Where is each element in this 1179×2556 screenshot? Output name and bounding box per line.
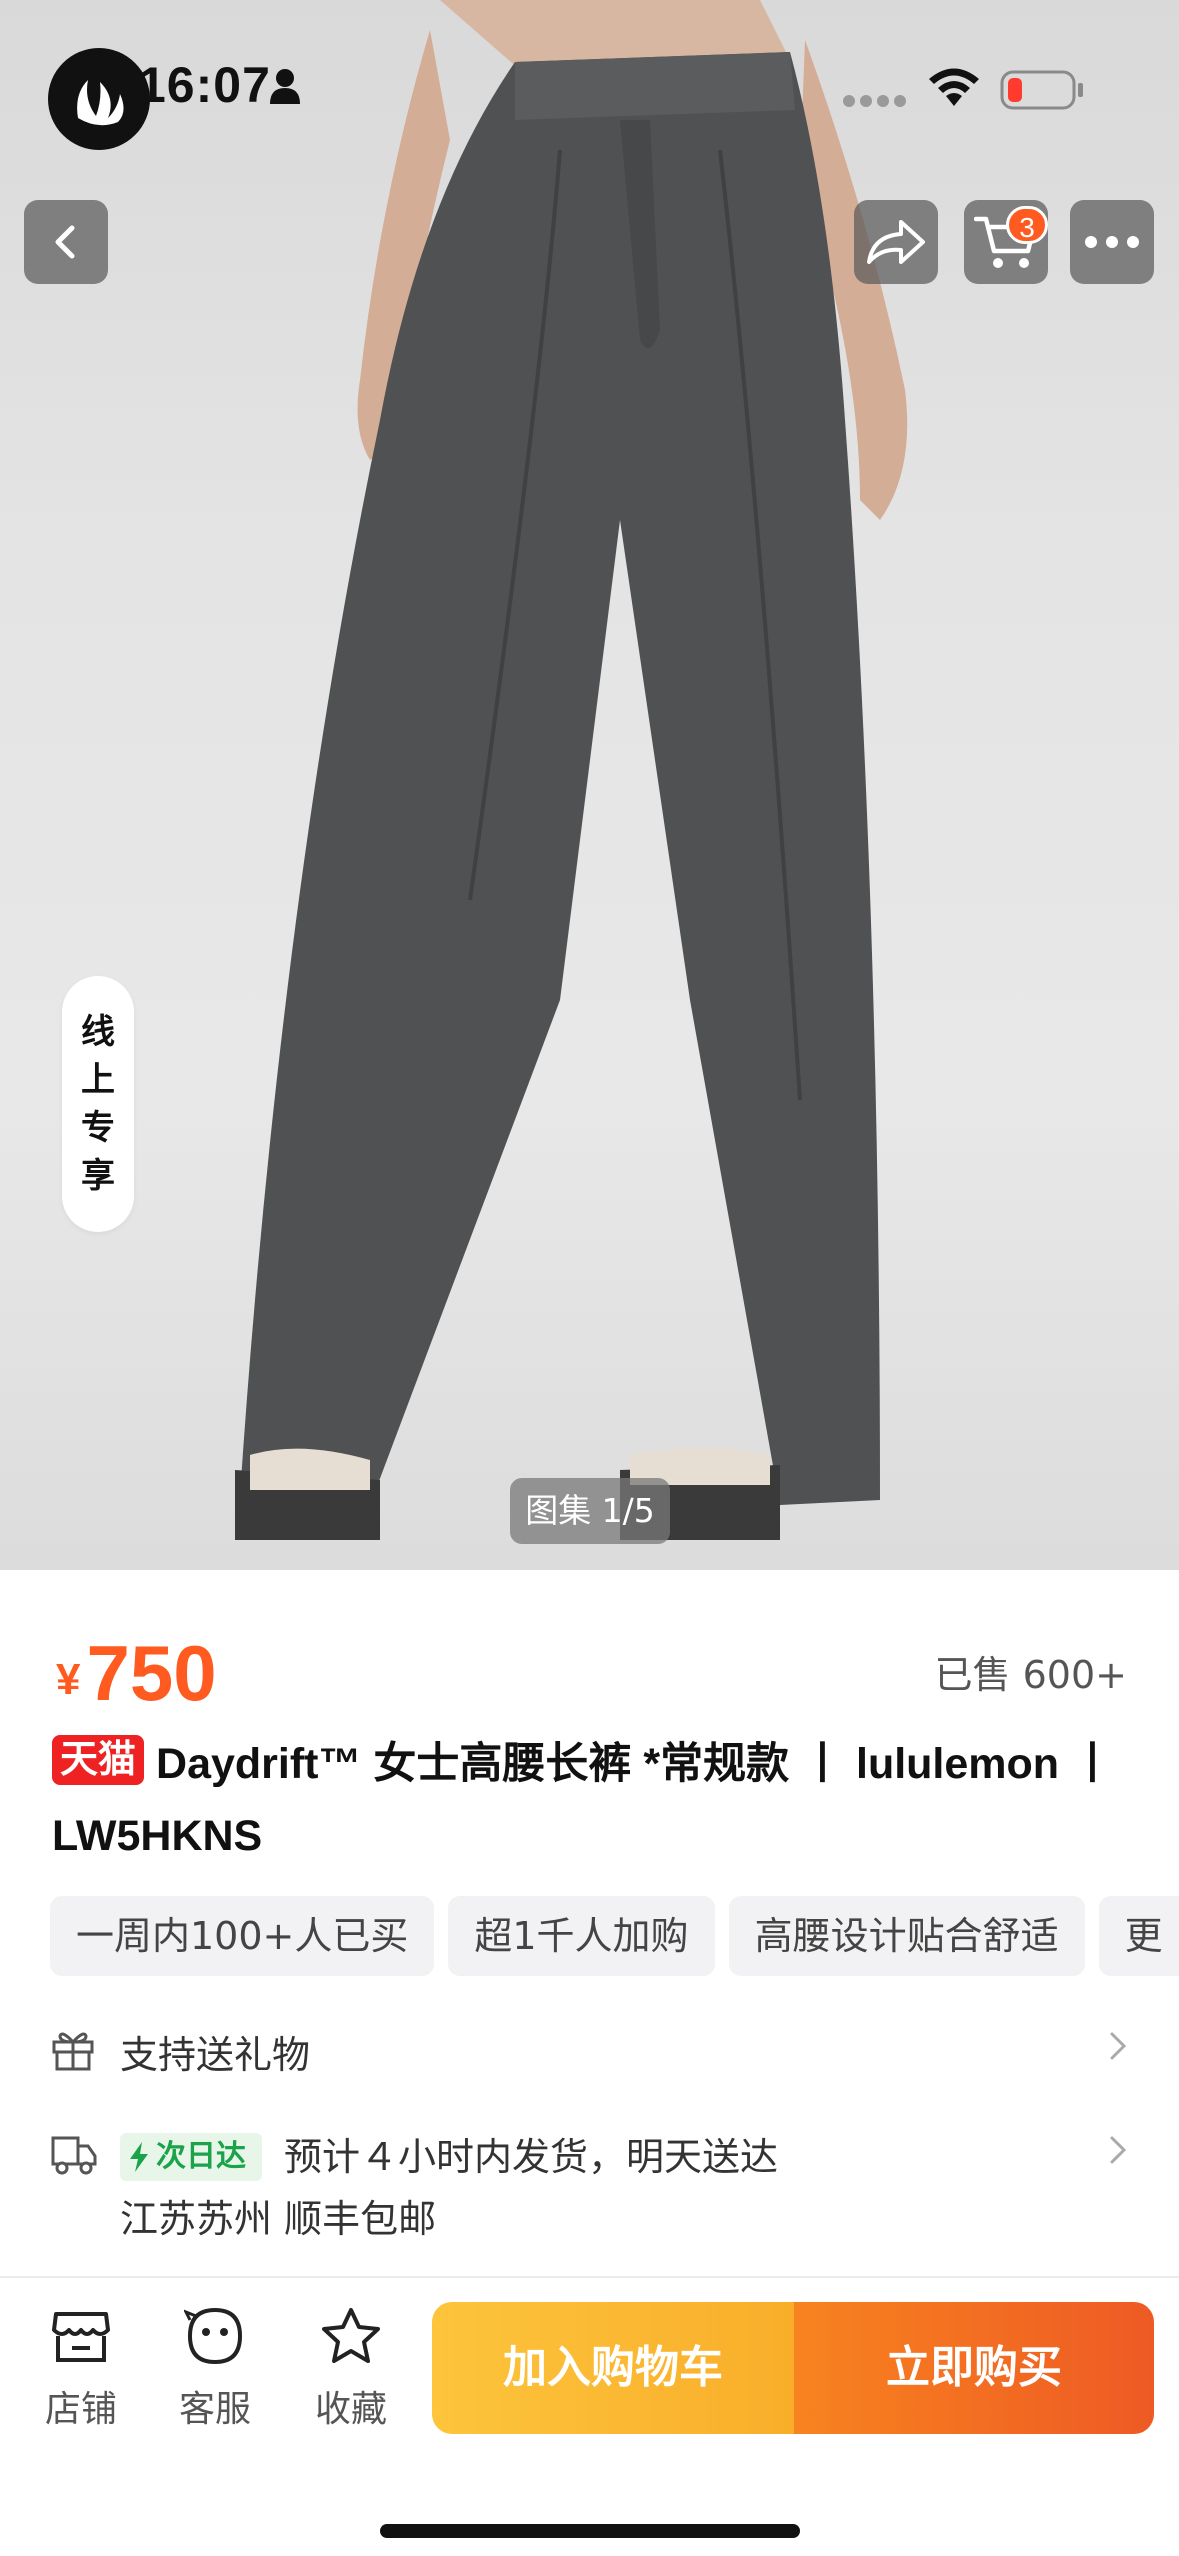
customer-service-button[interactable]: 客服 [160, 2306, 270, 2432]
highlight-tags: 一周内100+人已买 超1千人加购 高腰设计贴合舒适 更 [50, 1896, 1179, 1976]
gift-icon [52, 2032, 94, 2071]
tmall-badge: 天猫 [52, 1735, 145, 1785]
favorite-button[interactable]: 收藏 [296, 2306, 406, 2432]
home-indicator[interactable] [380, 2524, 800, 2538]
wifi-icon [929, 68, 979, 106]
online-exclusive-char: 上 [81, 1060, 115, 1100]
shipping-estimate-text: 预计４小时内发货，明天送达 [284, 2135, 779, 2179]
customer-service-icon [182, 2307, 243, 2365]
lightning-icon [130, 2142, 148, 2172]
delivery-truck-icon [51, 2136, 97, 2175]
online-exclusive-char: 专 [81, 1108, 115, 1148]
price: ¥750 [56, 1628, 217, 1719]
highlight-tag[interactable]: 超1千人加购 [448, 1896, 715, 1976]
customer-service-label: 客服 [178, 2389, 251, 2430]
star-icon [322, 2308, 380, 2363]
cellular-signal-icon [843, 95, 906, 107]
online-exclusive-char: 享 [81, 1156, 115, 1196]
highlight-tag[interactable]: 高腰设计贴合舒适 [728, 1896, 1085, 1976]
sold-count: 已售 600+ [934, 1653, 1127, 1697]
shipping-row[interactable]: 次日达 预计４小时内发货，明天送达 江苏苏州 顺丰包邮 [50, 2122, 1130, 2252]
next-day-label: 次日达 [156, 2139, 246, 2174]
battery-icon [1000, 70, 1083, 110]
store-button[interactable]: 店铺 [26, 2306, 136, 2432]
online-exclusive-char: 线 [81, 1012, 115, 1052]
status-time: 16:07 [138, 57, 271, 113]
gallery-indicator[interactable]: 图集 1/5 [510, 1478, 670, 1544]
chevron-left-icon [55, 225, 75, 259]
gift-support-text: 支持送礼物 [120, 2033, 311, 2077]
shipping-origin: 江苏苏州 顺丰包邮 [120, 2197, 437, 2241]
chevron-right-icon [1110, 2032, 1127, 2060]
product-title-text: Daydrift™ 女士高腰长裤 *常规款 丨 lululemon 丨 LW5H… [52, 1740, 1115, 1860]
more-button[interactable] [1070, 200, 1154, 284]
buy-now-button[interactable]: 立即购买 [794, 2302, 1154, 2434]
next-day-badge: 次日达 [120, 2133, 262, 2181]
highlight-tag[interactable]: 一周内100+人已买 [50, 1896, 435, 1976]
store-icon [52, 2312, 110, 2362]
share-button[interactable] [854, 200, 938, 284]
product-info: ¥750 已售 600+ 天猫 Daydrift™ 女士高腰长裤 *常规款 丨 l… [0, 1570, 1179, 2276]
gift-support-row[interactable]: 支持送礼物 [50, 2022, 1130, 2082]
chevron-right-icon [1110, 2136, 1127, 2164]
currency-symbol: ¥ [56, 1655, 81, 1704]
bottom-action-bar: 店铺 客服 收藏 加入购物车 立即购买 [0, 2276, 1179, 2556]
person-icon [270, 69, 300, 104]
status-bar: 16:07 [0, 0, 1179, 150]
online-exclusive-tag[interactable]: 线 上 专 享 [62, 976, 134, 1232]
price-value: 750 [86, 1629, 217, 1717]
share-icon [867, 220, 925, 264]
highlight-tag[interactable]: 更 [1098, 1896, 1179, 1976]
back-button[interactable] [24, 200, 108, 284]
lululemon-logo [48, 48, 150, 150]
product-title: 天猫 Daydrift™ 女士高腰长裤 *常规款 丨 lululemon 丨 LW… [52, 1728, 1142, 1872]
favorite-label: 收藏 [314, 2389, 387, 2430]
shipping-estimate: 次日达 预计４小时内发货，明天送达 [120, 2126, 778, 2181]
more-dots-icon [1085, 236, 1139, 248]
add-to-cart-button[interactable]: 加入购物车 [432, 2302, 794, 2434]
store-label: 店铺 [44, 2389, 117, 2430]
cart-count-badge: 3 [1006, 206, 1048, 244]
